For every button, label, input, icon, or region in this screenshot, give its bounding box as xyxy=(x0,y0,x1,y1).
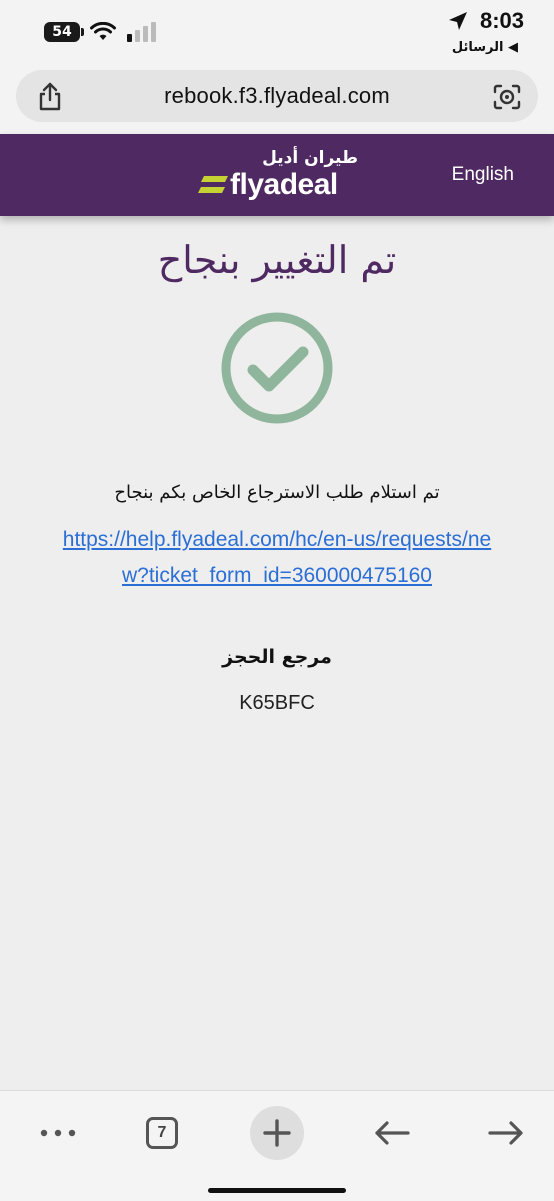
cellular-signal-icon xyxy=(127,22,156,42)
back-to-app-link[interactable]: ◀ الرسائل xyxy=(452,40,518,55)
plus-icon xyxy=(263,1119,291,1147)
location-arrow-icon xyxy=(448,12,467,30)
logo-english: flyadeal xyxy=(230,168,338,201)
booking-reference-label: مرجع الحجز xyxy=(222,646,332,668)
logo-arabic: طيران أديل xyxy=(262,148,358,168)
share-icon[interactable] xyxy=(36,82,64,116)
status-bar: 54 8:03 ◀ الرسائل xyxy=(0,0,554,60)
flyadeal-logo[interactable]: طيران أديل flyadeal xyxy=(198,148,358,208)
camera-search-icon[interactable] xyxy=(492,83,522,115)
battery-indicator: 54 xyxy=(44,22,84,42)
more-dots-icon xyxy=(40,1129,76,1137)
address-bar[interactable]: rebook.f3.flyadeal.com xyxy=(16,70,538,122)
more-menu-button[interactable] xyxy=(30,1105,86,1161)
tabs-button[interactable]: 7 xyxy=(134,1105,190,1161)
back-app-label: الرسائل xyxy=(451,40,504,55)
site-header: طيران أديل flyadeal English xyxy=(0,134,554,216)
arrow-right-icon xyxy=(488,1121,523,1145)
help-request-link[interactable]: https://help.flyadeal.com/hc/en-us/reque… xyxy=(60,522,494,594)
confirmation-message: تم استلام طلب الاسترجاع الخاص بكم بنجاح xyxy=(114,482,440,503)
page-title: تم التغيير بنجاح xyxy=(157,238,397,282)
status-time: 8:03 xyxy=(479,8,524,33)
new-tab-button[interactable] xyxy=(249,1105,305,1161)
tab-count: 7 xyxy=(146,1117,178,1149)
browser-toolbar: 7 xyxy=(0,1090,554,1201)
forward-button[interactable] xyxy=(478,1105,534,1161)
arrow-left-icon xyxy=(375,1121,410,1145)
booking-reference-value: K65BFC xyxy=(239,692,315,714)
wifi-icon xyxy=(90,22,116,40)
url-text: rebook.f3.flyadeal.com xyxy=(164,83,390,108)
back-button[interactable] xyxy=(364,1105,420,1161)
success-check-icon xyxy=(221,312,333,424)
language-switch-link[interactable]: English xyxy=(452,164,514,186)
browser-address-area: rebook.f3.flyadeal.com xyxy=(0,60,554,134)
logo-mark-icon xyxy=(198,176,228,193)
home-indicator xyxy=(208,1188,346,1193)
